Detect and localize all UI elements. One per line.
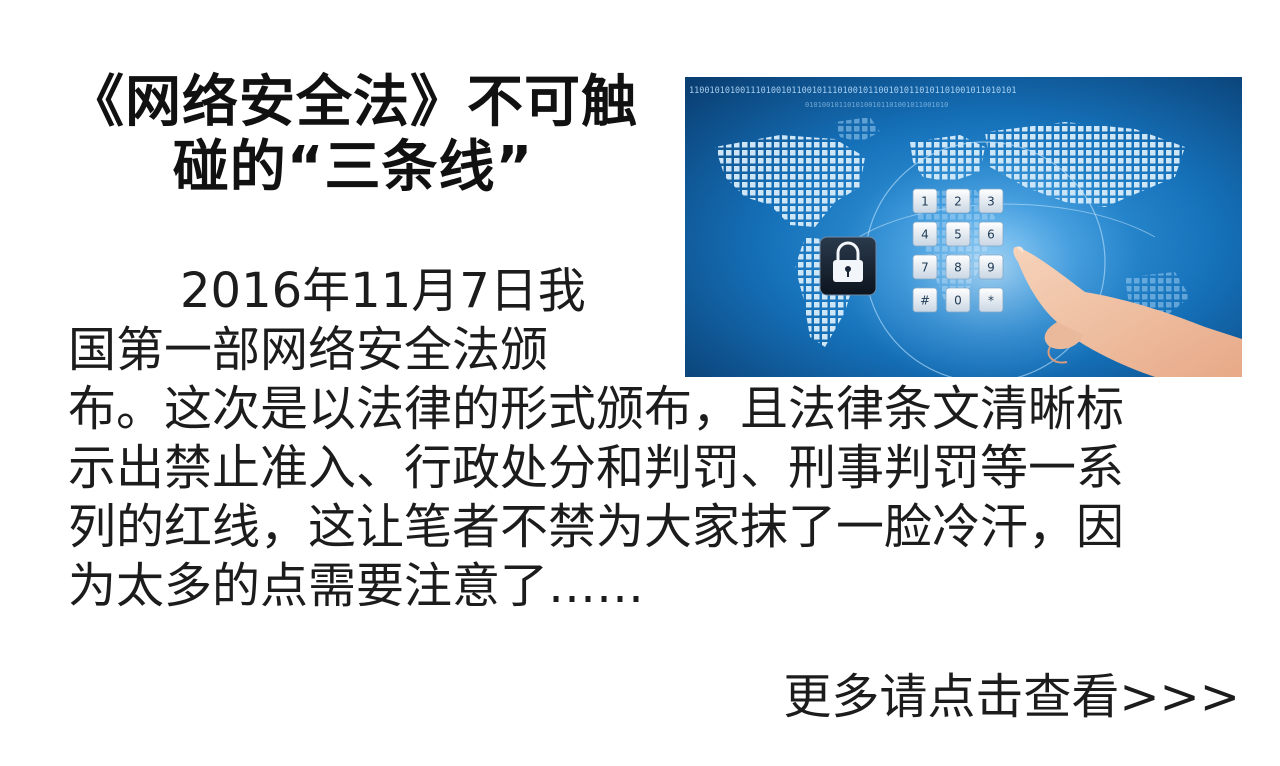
keypad-key: 6 bbox=[978, 221, 1004, 247]
article-body: 2016年11月7日我 国第一部网络安全法颁 布。这次是以法律的形式颁布，且法律… bbox=[68, 262, 1248, 616]
keypad-key: 1 bbox=[912, 188, 938, 214]
keypad-key-label: 2 bbox=[954, 195, 962, 209]
body-line: 布。这次是以法律的形式颁布，且法律条文清晰标 bbox=[68, 381, 1125, 437]
keypad-key-label: 5 bbox=[954, 228, 962, 242]
read-more-link[interactable]: 更多请点击查看>>> bbox=[783, 667, 1240, 727]
body-line: 示出禁止准入、行政处分和判罚、刑事判罚等一系 bbox=[68, 440, 1125, 496]
binary-strip: 1100101010011101001011001011101001011001… bbox=[689, 86, 1017, 96]
keypad-key-label: 4 bbox=[921, 228, 929, 242]
keypad-key: 5 bbox=[945, 221, 971, 247]
body-line: 2016年11月7日我 bbox=[180, 263, 586, 319]
keypad-key-label: 6 bbox=[987, 228, 995, 242]
keypad-key: 2 bbox=[945, 188, 971, 214]
body-line: 国第一部网络安全法颁 bbox=[68, 322, 549, 378]
svg-text:010100101101010010110100101100: 0101001011010100101101001011001010 bbox=[805, 101, 948, 109]
title-line-1: 《网络安全法》不可触 bbox=[68, 70, 638, 135]
article-title: 《网络安全法》不可触 碰的“三条线” bbox=[68, 70, 638, 200]
title-line-2: 碰的“三条线” bbox=[172, 135, 534, 200]
body-line: 列的红线，这让笔者不禁为大家抹了一脸冷汗，因 bbox=[68, 499, 1125, 555]
keypad-key: 3 bbox=[978, 188, 1004, 214]
keypad-key: 4 bbox=[912, 221, 938, 247]
body-line: 为太多的点需要注意了…… bbox=[68, 558, 645, 614]
keypad-key-label: 1 bbox=[921, 195, 929, 209]
keypad-key-label: 3 bbox=[987, 195, 995, 209]
